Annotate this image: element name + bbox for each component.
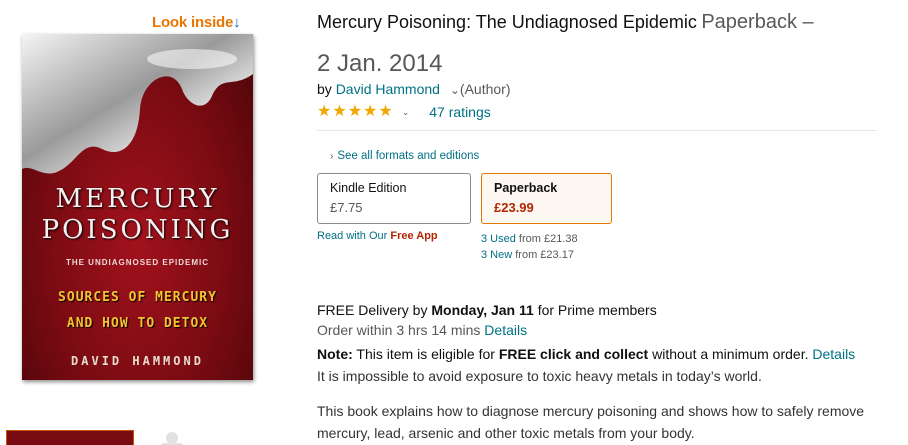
book-cover-image[interactable]: MERCURY POISONING THE UNDIAGNOSED EPIDEM… — [22, 34, 253, 380]
look-inside-link[interactable]: Look inside↓ — [152, 14, 241, 31]
format-paperback-button[interactable]: Paperback £23.99 — [481, 173, 612, 224]
order-within-text: Order within 3 hrs 14 mins — [317, 322, 481, 338]
note-bold: FREE click and collect — [498, 346, 649, 362]
delivery-details-link[interactable]: Details — [484, 322, 527, 338]
product-format: Paperback – — [701, 11, 814, 33]
format-paperback-name: Paperback — [494, 181, 558, 195]
chevron-down-icon[interactable]: ⌄ — [402, 107, 410, 118]
ratings-row: ★ ★ ★ ★ ★ ⌄ 47 ratings — [317, 104, 491, 121]
by-label: by — [317, 81, 332, 97]
ratings-count-link[interactable]: 47 ratings — [429, 104, 490, 120]
used-new-offers: 3 Used from £21.38 3 New from £23.17 — [481, 231, 578, 263]
note-details-link[interactable]: Details — [812, 346, 855, 362]
free-app-link[interactable]: Read with Our Free App — [317, 230, 438, 242]
cover-tagline-line1: SOURCES OF MERCURY — [58, 290, 217, 305]
order-within: Order within 3 hrs 14 mins Details — [317, 322, 527, 338]
note-label: Note: — [317, 346, 353, 362]
format-kindle-button[interactable]: Kindle Edition £7.75 — [317, 173, 471, 224]
note-text2: without a minimum order. — [652, 346, 809, 362]
format-paperback-price: £23.99 — [494, 200, 534, 215]
publication-date: 2 Jan. 2014 — [317, 50, 443, 77]
cover-tagline-line2: AND HOW TO DETOX — [66, 316, 209, 331]
product-title: Mercury Poisoning: The Undiagnosed Epide… — [317, 12, 697, 32]
star-icon: ★ — [347, 103, 363, 120]
thumbnail-figure-icon[interactable] — [142, 430, 202, 445]
chevron-down-icon[interactable]: ⌄ — [450, 83, 460, 97]
see-all-formats-label: See all formats and editions — [337, 150, 480, 162]
new-from-price: from £23.17 — [515, 249, 574, 261]
delivery-prefix: FREE Delivery by — [317, 302, 428, 318]
author-role: (Author) — [459, 81, 511, 97]
delivery-date: Monday, Jan 11 — [431, 302, 534, 318]
note-text1: This item is eligible for — [356, 346, 495, 362]
star-icon: ★ — [378, 103, 393, 120]
delivery-suffix: for Prime members — [537, 302, 657, 318]
author-link[interactable]: David Hammond — [336, 81, 440, 97]
format-kindle-price: £7.75 — [330, 200, 363, 215]
arrow-down-icon: ↓ — [233, 14, 241, 31]
look-inside-label: Look inside — [152, 14, 234, 31]
format-kindle-name: Kindle Edition — [330, 181, 407, 195]
star-rating[interactable]: ★ ★ ★ ★ ★ — [317, 104, 393, 120]
description-para1: It is impossible to avoid exposure to to… — [317, 368, 762, 384]
star-icon: ★ — [332, 103, 347, 120]
cover-subtitle: THE UNDIAGNOSED EPIDEMIC — [65, 258, 210, 267]
byline: by David Hammond ⌄(Author) — [317, 81, 510, 97]
free-app-bold: Free App — [390, 230, 438, 242]
see-all-formats-link[interactable]: › See all formats and editions — [330, 150, 479, 162]
chevron-right-icon: › — [330, 151, 334, 162]
product-title-row: Mercury Poisoning: The Undiagnosed Epide… — [317, 11, 814, 34]
liquid-metal-graphic — [22, 34, 253, 174]
free-app-prefix: Read with Our — [317, 230, 388, 242]
cover-author: DAVID HAMMOND — [71, 354, 204, 368]
click-collect-note: Note: This item is eligible for FREE cli… — [317, 346, 855, 362]
star-icon: ★ — [363, 103, 378, 120]
divider — [317, 130, 877, 131]
used-from-price: from £21.38 — [518, 233, 578, 245]
description-para2: This book explains how to diagnose mercu… — [317, 403, 865, 441]
cover-title-line2: POISONING — [41, 215, 234, 245]
cover-title-line1: MERCURY — [55, 184, 220, 214]
thumbnail-cover[interactable] — [6, 430, 134, 445]
used-offers-link[interactable]: 3 Used — [481, 233, 516, 245]
delivery-info: FREE Delivery by Monday, Jan 11 for Prim… — [317, 302, 657, 318]
star-icon: ★ — [317, 103, 332, 120]
new-offers-link[interactable]: 3 New — [481, 249, 512, 261]
